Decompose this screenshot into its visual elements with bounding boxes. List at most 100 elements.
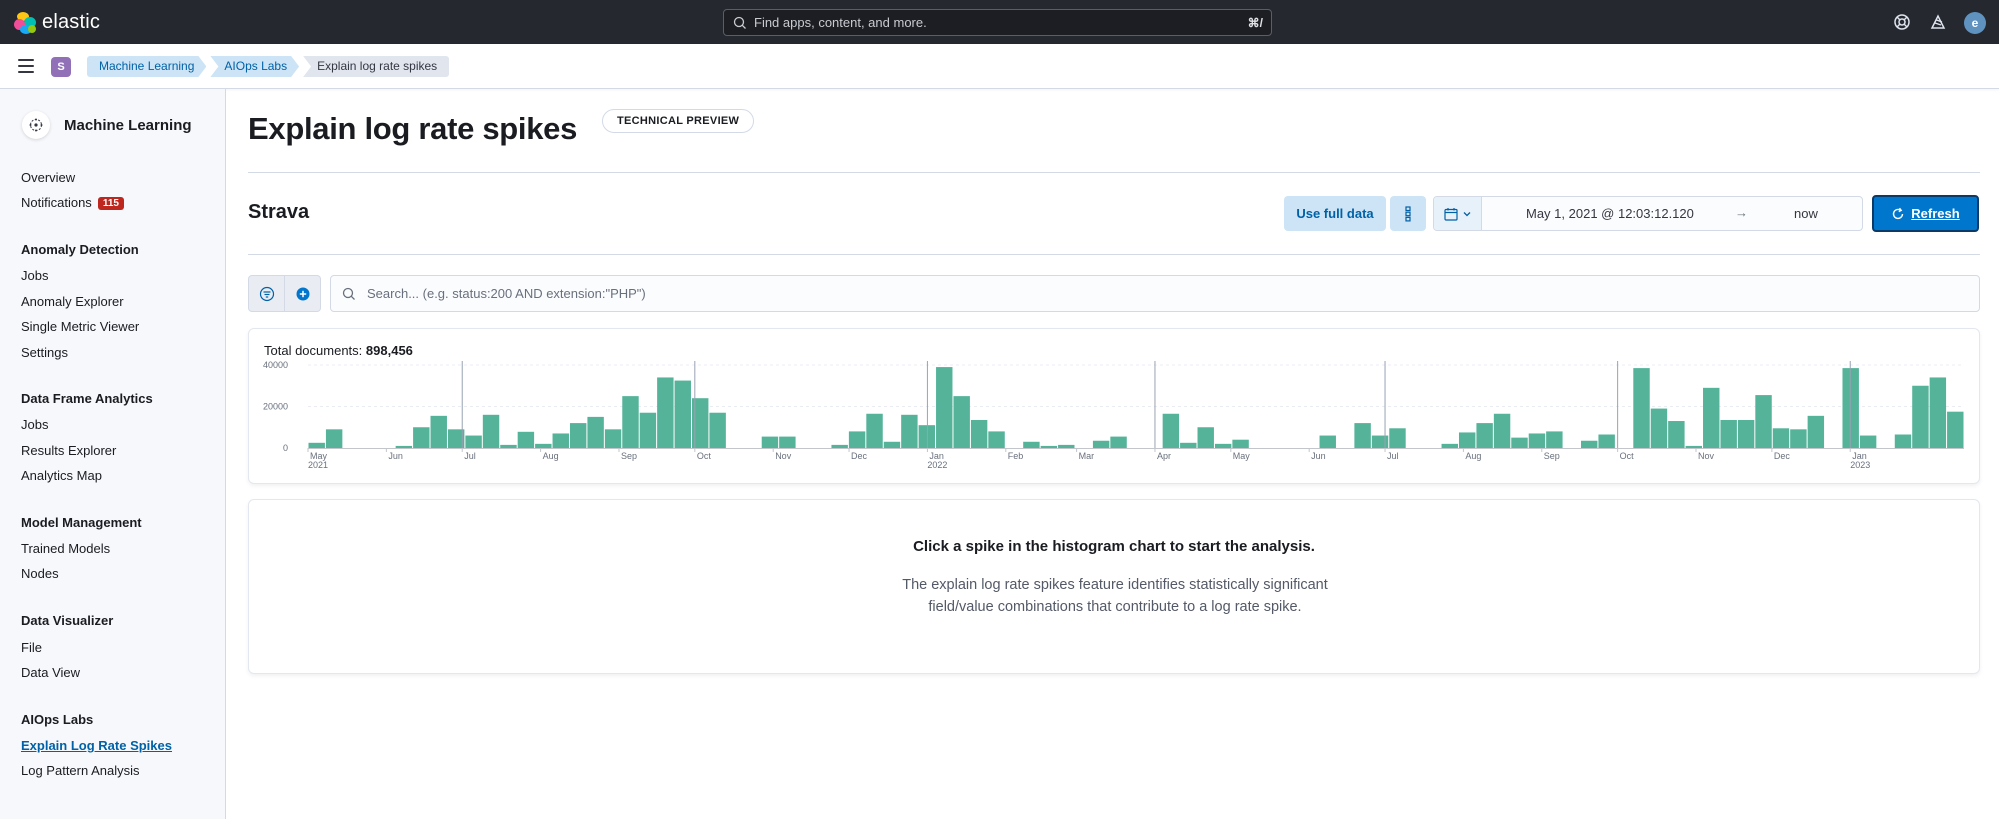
histogram-bar[interactable] (413, 427, 430, 448)
histogram-bar[interactable] (831, 444, 848, 448)
histogram-bar[interactable] (1110, 436, 1127, 448)
histogram-bar[interactable] (1476, 423, 1493, 448)
add-filter-button[interactable] (284, 275, 321, 312)
histogram-bar[interactable] (1598, 434, 1615, 448)
elastic-logo[interactable]: elastic (14, 11, 100, 34)
histogram-bar[interactable] (604, 429, 622, 448)
histogram-bar[interactable] (1720, 419, 1737, 448)
histogram-bar[interactable] (1737, 419, 1755, 448)
histogram-bar[interactable] (936, 367, 953, 448)
histogram-bar[interactable] (1703, 387, 1720, 448)
histogram-bar[interactable] (1092, 440, 1110, 448)
document-count-histogram[interactable]: 0 20000 40000 May 2021 Jun Jul Aug Sep Oct Nov Dec J… (249, 329, 1981, 485)
histogram-bar[interactable] (901, 414, 918, 448)
sidebar-item-single-metric-viewer[interactable]: Single Metric Viewer (21, 319, 139, 334)
histogram-bar[interactable] (465, 435, 482, 448)
histogram-bar[interactable] (552, 433, 569, 448)
histogram-bar[interactable] (1894, 434, 1912, 448)
sidebar-item-explain-log-rate-spikes[interactable]: Explain Log Rate Spikes (21, 738, 172, 753)
refresh-button[interactable]: Refresh (1872, 195, 1979, 232)
histogram-bar[interactable] (1633, 368, 1650, 448)
sidebar-item-nodes[interactable]: Nodes (21, 566, 59, 581)
sidebar-item-overview[interactable]: Overview (21, 170, 75, 185)
saved-query-button[interactable] (248, 275, 285, 312)
breadcrumb-machine-learning[interactable]: Machine Learning (87, 56, 206, 77)
histogram-bar[interactable] (1180, 442, 1197, 448)
histogram-bar[interactable] (587, 416, 604, 449)
histogram-bar[interactable] (1371, 435, 1389, 448)
quick-select-button[interactable] (1434, 197, 1482, 230)
sidebar-item-data-view[interactable]: Data View (21, 665, 80, 680)
histogram-bar[interactable] (1685, 445, 1703, 448)
histogram-bar[interactable] (1755, 395, 1772, 448)
histogram-bar[interactable] (395, 445, 413, 448)
histogram-bar[interactable] (970, 419, 988, 448)
histogram-bar[interactable] (1389, 428, 1406, 448)
menu-toggle-icon[interactable] (18, 59, 34, 73)
sidebar-item-results-explorer[interactable]: Results Explorer (21, 443, 116, 458)
histogram-bar[interactable] (918, 425, 936, 448)
histogram-bar[interactable] (1354, 423, 1371, 448)
sidebar-item-file[interactable]: File (21, 640, 42, 655)
breadcrumb-aiops-labs[interactable]: AIOps Labs (210, 56, 299, 77)
histogram-bar[interactable] (1772, 428, 1790, 448)
histogram-bar[interactable] (1458, 432, 1476, 448)
histogram-bar[interactable] (1162, 413, 1180, 448)
sidebar-item-trained-models[interactable]: Trained Models (21, 541, 110, 556)
histogram-bar[interactable] (325, 429, 343, 448)
histogram-bar[interactable] (1790, 429, 1807, 448)
histogram-bar[interactable] (1493, 413, 1511, 448)
histogram-bar[interactable] (1546, 431, 1563, 448)
histogram-bar[interactable] (622, 396, 639, 449)
histogram-bar[interactable] (848, 431, 866, 448)
technical-preview-badge[interactable]: TECHNICAL PREVIEW (602, 109, 755, 133)
histogram-bar[interactable] (569, 423, 587, 448)
histogram-bar[interactable] (1040, 445, 1058, 448)
histogram-bar[interactable] (953, 396, 970, 449)
date-start[interactable]: May 1, 2021 @ 12:03:12.120 (1526, 206, 1694, 221)
use-full-data-button[interactable]: Use full data (1284, 196, 1386, 231)
sidebar-item-ad-jobs[interactable]: Jobs (21, 268, 48, 283)
histogram-bar[interactable] (1058, 444, 1075, 448)
histogram-bar[interactable] (1807, 415, 1825, 448)
histogram-bar[interactable] (1197, 427, 1214, 448)
newsfeed-icon[interactable] (1929, 13, 1947, 31)
histogram-bar[interactable] (482, 414, 500, 448)
histogram-bar[interactable] (517, 431, 535, 448)
histogram-bar[interactable] (988, 431, 1005, 448)
sidebar-item-anomaly-explorer[interactable]: Anomaly Explorer (21, 294, 124, 309)
histogram-bar[interactable] (1441, 443, 1458, 448)
histogram-bar[interactable] (500, 444, 517, 448)
user-avatar[interactable]: e (1964, 12, 1986, 34)
histogram-bar[interactable] (1929, 377, 1947, 448)
help-icon[interactable] (1893, 13, 1911, 31)
sidebar-item-log-pattern-analysis[interactable]: Log Pattern Analysis (21, 763, 140, 778)
histogram-bar[interactable] (883, 441, 901, 448)
histogram-bar[interactable] (657, 377, 674, 448)
histogram-bar[interactable] (1581, 440, 1598, 448)
histogram-bar[interactable] (709, 412, 726, 448)
sidebar-item-dfa-jobs[interactable]: Jobs (21, 417, 48, 432)
more-options-button[interactable] (1390, 196, 1426, 231)
histogram-bar[interactable] (1912, 385, 1929, 448)
histogram-bar[interactable] (1232, 439, 1249, 448)
histogram-bar[interactable] (535, 443, 552, 448)
histogram-bar[interactable] (1511, 437, 1528, 449)
histogram-bar[interactable] (1319, 435, 1336, 448)
sidebar-item-notifications[interactable]: Notifications 115 (21, 195, 124, 210)
histogram-bar[interactable] (761, 436, 779, 448)
sidebar-item-ad-settings[interactable]: Settings (21, 345, 68, 360)
histogram-bar[interactable] (1668, 421, 1685, 448)
histogram-bar[interactable] (1650, 408, 1668, 448)
global-search-input[interactable]: Find apps, content, and more. ⌘/ (723, 9, 1272, 36)
sidebar-item-analytics-map[interactable]: Analytics Map (21, 468, 102, 483)
histogram-bar[interactable] (639, 412, 657, 448)
date-end[interactable]: now (1794, 206, 1818, 221)
histogram-bar[interactable] (779, 436, 796, 448)
histogram-bar[interactable] (1528, 433, 1546, 448)
histogram-bar[interactable] (866, 413, 883, 448)
histogram-bar[interactable] (430, 415, 447, 448)
histogram-bar[interactable] (1947, 411, 1964, 448)
histogram-bar[interactable] (1214, 443, 1232, 448)
histogram-bar[interactable] (1859, 435, 1877, 448)
